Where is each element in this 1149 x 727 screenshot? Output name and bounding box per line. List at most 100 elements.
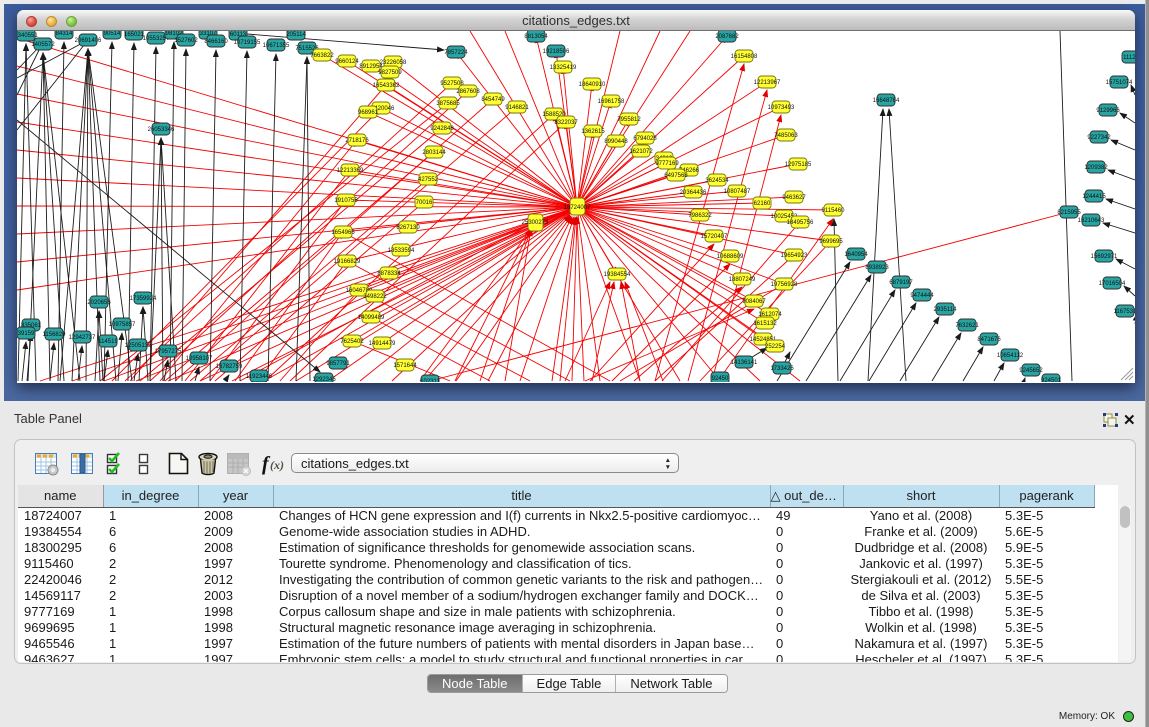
- svg-text:3498222: 3498222: [363, 294, 387, 300]
- svg-text:9857791: 9857791: [326, 361, 350, 367]
- svg-text:10654112: 10654112: [997, 353, 1024, 359]
- svg-text:16648784: 16648784: [873, 98, 900, 104]
- svg-text:14136141: 14136141: [731, 360, 758, 366]
- svg-text:2020656: 2020656: [87, 300, 111, 306]
- svg-text:9227342: 9227342: [1087, 135, 1111, 141]
- svg-text:8215955: 8215955: [1057, 210, 1081, 216]
- svg-text:1527602: 1527602: [174, 38, 198, 44]
- svg-text:10958107: 10958107: [186, 356, 213, 362]
- svg-text:7625402: 7625402: [340, 339, 364, 345]
- svg-text:18640910: 18640910: [579, 82, 606, 88]
- svg-text:11123: 11123: [1123, 55, 1135, 61]
- svg-text:10975857: 10975857: [109, 322, 136, 328]
- svg-text:16154808: 16154808: [731, 54, 758, 60]
- svg-text:2087682: 2087682: [715, 34, 739, 40]
- svg-text:17016504: 17016504: [1099, 281, 1126, 287]
- svg-text:10671355: 10671355: [263, 43, 290, 49]
- svg-text:7485063: 7485063: [774, 133, 798, 139]
- svg-text:1167531: 1167531: [1114, 309, 1135, 315]
- svg-text:13325419: 13325419: [550, 65, 577, 71]
- svg-text:15720407: 15720407: [701, 234, 728, 240]
- svg-text:19756928: 19756928: [771, 282, 798, 288]
- svg-text:92450: 92450: [712, 376, 729, 382]
- svg-text:1292346: 1292346: [312, 377, 336, 382]
- svg-text:(x): (x): [270, 458, 284, 472]
- svg-text:17359924: 17359924: [130, 296, 157, 302]
- svg-text:7663822: 7663822: [310, 53, 334, 59]
- svg-text:1640954: 1640954: [844, 252, 868, 258]
- svg-text:1405572: 1405572: [31, 42, 55, 48]
- svg-text:12505135: 12505135: [125, 343, 152, 349]
- svg-text:84314: 84314: [56, 31, 73, 37]
- svg-text:10719155: 10719155: [234, 40, 261, 46]
- svg-text:90514: 90514: [104, 31, 121, 37]
- svg-text:23226058: 23226058: [380, 60, 407, 66]
- svg-text:1209382: 1209382: [1084, 165, 1108, 171]
- svg-text:20364436: 20364436: [680, 190, 707, 196]
- svg-text:252254: 252254: [765, 344, 786, 350]
- svg-text:2935114: 2935114: [934, 307, 958, 313]
- svg-text:18807249: 18807249: [729, 277, 756, 283]
- svg-text:1244415: 1244415: [1082, 194, 1106, 200]
- svg-text:8878334: 8878334: [377, 271, 401, 277]
- svg-text:6879197: 6879197: [889, 280, 913, 286]
- svg-text:2867608: 2867608: [456, 89, 480, 95]
- svg-text:8938923: 8938923: [865, 265, 889, 271]
- svg-text:1362615: 1362615: [581, 129, 605, 135]
- svg-text:70016: 70016: [416, 200, 433, 206]
- svg-text:12213967: 12213967: [754, 80, 781, 86]
- svg-text:3624534: 3624534: [705, 178, 729, 184]
- svg-text:9242848: 9242848: [430, 126, 454, 132]
- svg-text:19384554: 19384554: [604, 272, 631, 278]
- svg-text:19218506: 19218506: [543, 49, 570, 55]
- svg-text:12213369: 12213369: [337, 168, 364, 174]
- svg-text:11923446: 11923446: [246, 374, 273, 380]
- svg-text:9699695: 9699695: [819, 239, 843, 245]
- svg-text:8454749: 8454749: [481, 97, 505, 103]
- svg-text:7857224: 7857224: [444, 50, 468, 56]
- svg-text:8813054: 8813054: [524, 34, 548, 40]
- svg-text:9463627: 9463627: [782, 195, 806, 201]
- svg-text:7955812: 7955812: [617, 117, 641, 123]
- svg-text:8322037: 8322037: [554, 120, 578, 126]
- svg-text:924501: 924501: [1041, 378, 1062, 382]
- svg-text:9146821: 9146821: [505, 105, 529, 111]
- svg-text:25300273: 25300273: [522, 220, 549, 226]
- svg-text:9660124: 9660124: [335, 59, 359, 65]
- svg-text:9115460: 9115460: [822, 208, 846, 214]
- svg-text:9129966: 9129966: [1096, 108, 1120, 114]
- svg-text:17957275: 17957275: [155, 349, 182, 355]
- svg-text:18495756: 18495756: [787, 220, 814, 226]
- svg-text:114519: 114519: [98, 339, 118, 345]
- svg-text:968961: 968961: [358, 110, 379, 116]
- svg-text:14914479: 14914479: [369, 341, 396, 347]
- svg-text:19166829: 19166829: [334, 259, 361, 265]
- svg-text:20691406: 20691406: [75, 38, 102, 44]
- svg-text:7986322: 7986322: [688, 213, 712, 219]
- svg-text:6794028: 6794028: [633, 136, 657, 142]
- svg-text:9474444: 9474444: [910, 293, 934, 299]
- svg-text:18724007: 18724007: [564, 205, 591, 211]
- svg-text:19654923: 19654923: [781, 253, 808, 259]
- svg-text:9777169: 9777169: [655, 161, 679, 167]
- svg-text:9245652: 9245652: [1019, 368, 1043, 374]
- svg-text:205114: 205114: [286, 32, 306, 38]
- svg-text:3875685: 3875685: [436, 101, 460, 107]
- svg-text:6497568: 6497568: [664, 173, 688, 179]
- svg-text:1621072: 1621072: [629, 149, 653, 155]
- svg-text:39159: 39159: [18, 331, 35, 337]
- svg-text:102311: 102311: [420, 379, 440, 382]
- svg-text:15692971: 15692971: [1091, 254, 1118, 260]
- svg-text:16782759: 16782759: [216, 364, 243, 370]
- svg-text:12942737: 12942737: [69, 335, 96, 341]
- svg-text:1654966: 1654966: [331, 230, 355, 236]
- svg-text:13533594: 13533594: [388, 248, 415, 254]
- svg-text:427552: 427552: [418, 177, 439, 183]
- svg-text:26053346: 26053346: [148, 127, 175, 133]
- svg-text:16210643: 16210643: [1078, 218, 1105, 224]
- svg-text:8471676: 8471676: [977, 337, 1001, 343]
- svg-text:1615132: 1615132: [753, 321, 777, 327]
- svg-text:15751074: 15751074: [1106, 80, 1133, 86]
- svg-text:1156829: 1156829: [43, 332, 67, 338]
- svg-text:1571644: 1571644: [393, 363, 417, 369]
